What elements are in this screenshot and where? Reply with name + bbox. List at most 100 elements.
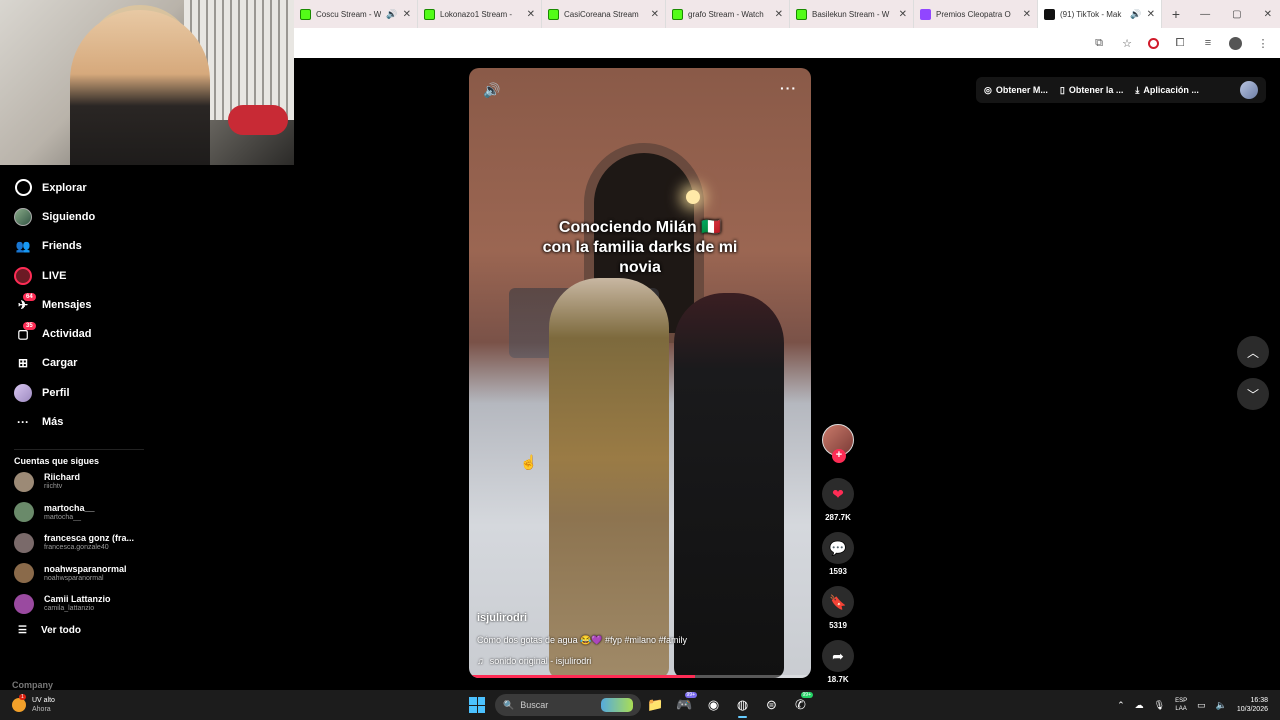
video-player[interactable]: Conociendo Milán 🇮🇹 con la familia darks … [469, 68, 811, 678]
browser-tab[interactable]: CasiCoreana Stream ✕ [542, 0, 666, 28]
media-icon[interactable]: ≡ [1201, 37, 1215, 49]
tab-close-icon[interactable]: ✕ [1023, 9, 1031, 20]
tab-close-icon[interactable]: ✕ [527, 9, 535, 20]
sidebar-item-label: Actividad [42, 328, 92, 341]
company-link[interactable]: Company [12, 680, 53, 690]
tab-title: CasiCoreana Stream [564, 9, 639, 19]
video-author[interactable]: isjulirodri [477, 612, 527, 624]
obs-icon[interactable]: ◉ [699, 690, 728, 720]
clock-time: 16:38 [1250, 697, 1268, 704]
sidebar-item-mas[interactable]: ··· Más [14, 407, 160, 436]
followed-account[interactable]: noahwsparanormal noahwsparanormal [14, 558, 160, 589]
folder-icon[interactable]: 📁 [641, 690, 670, 720]
top-right-bar: ◎ Obtener M... ▯ Obtener la ... ⤓ Aplicació… [976, 77, 1266, 103]
maximize-icon[interactable]: ▢ [1232, 9, 1241, 20]
action-column: + ❤ 287.7K 💬 1593 🔖 5319 ➦ 18.7K [818, 424, 858, 684]
tab-close-icon[interactable]: ✕ [899, 9, 907, 20]
extensions-icon[interactable]: ⧠ [1173, 37, 1187, 50]
comment-button[interactable]: 💬 [822, 532, 854, 564]
mic-icon[interactable]: 🎙 [1154, 700, 1165, 711]
tab-close-icon[interactable]: ✕ [403, 9, 411, 20]
browser-tab[interactable]: Premios Cleopatra O ✕ [914, 0, 1038, 28]
more-options-icon[interactable]: ··· [780, 80, 797, 96]
clock[interactable]: 16:38 10/3/2026 [1237, 696, 1268, 714]
tab-close-icon[interactable]: ✕ [651, 9, 659, 20]
get-app-button[interactable]: ▯ Obtener la ... [1060, 85, 1123, 96]
lang-bottom: LAA [1175, 706, 1187, 712]
search-placeholder: Buscar [520, 700, 549, 710]
close-window-icon[interactable]: ✕ [1264, 9, 1272, 20]
followed-account[interactable]: Riichard riichtv [14, 467, 160, 498]
browser-tab[interactable]: Basilekun Stream - W ✕ [790, 0, 914, 28]
account-avatar [14, 471, 34, 492]
creator-avatar[interactable]: + [822, 424, 854, 463]
kick-favicon-icon [796, 8, 807, 20]
install-icon[interactable]: ⧉ [1092, 37, 1106, 50]
sidebar-item-perfil[interactable]: Perfil [14, 378, 160, 407]
opera-icon[interactable] [1148, 37, 1159, 49]
chrome-icon[interactable]: ◍ [728, 690, 757, 720]
save-button[interactable]: 🔖 [822, 586, 854, 618]
sidebar-item-cargar[interactable]: ⊞ Cargar [14, 349, 160, 378]
menu-icon[interactable]: ⋮ [1256, 37, 1270, 50]
star-icon[interactable]: ☆ [1120, 37, 1134, 50]
chevron-up-icon: ︿ [1246, 345, 1259, 360]
profile-icon[interactable] [1229, 36, 1242, 50]
search-icon: 🔍 [503, 699, 515, 710]
sidebar-item-friends[interactable]: 👥 Friends [14, 232, 160, 261]
windows-start-icon[interactable] [469, 697, 485, 713]
tab-audio-icon[interactable]: 🔊 [1130, 9, 1141, 20]
discord-icon[interactable]: 🎮 99+ [670, 690, 699, 720]
browser-tab[interactable]: Coscu Stream - W 🔊 ✕ [294, 0, 418, 28]
new-tab-button[interactable]: + [1162, 6, 1190, 22]
save-count: 5319 [829, 621, 847, 630]
sidebar-item-siguiendo[interactable]: Siguiendo [14, 202, 160, 231]
messages-badge: 64 [23, 292, 36, 301]
cloud-icon[interactable]: ☁ [1135, 700, 1144, 711]
volume-icon[interactable]: 🔊 [483, 82, 500, 99]
following-list: Riichard riichtv martocha__ martocha__ franc… [14, 467, 160, 620]
followed-account[interactable]: Camii Lattanzio camila_lattanzio [14, 589, 160, 620]
whatsapp-icon[interactable]: ✆ 99+ [786, 690, 815, 720]
system-tray: ⌃ ☁ 🎙 ESP LAA ▭ 🔈 16:38 10/3/2026 [1117, 696, 1280, 714]
followed-account[interactable]: martocha__ martocha__ [14, 497, 160, 528]
sidebar: Explorar Siguiendo 👥 Friends LIVE ✈ 64 M… [0, 165, 160, 690]
tab-audio-icon[interactable]: 🔊 [386, 9, 397, 20]
next-video-button[interactable]: ﹀ [1237, 378, 1269, 410]
browser-tab[interactable]: grafo Stream - Watch ✕ [666, 0, 790, 28]
speaker-icon[interactable]: 🔈 [1216, 700, 1227, 711]
desktop-app-button[interactable]: ⤓ Aplicación ... [1135, 85, 1199, 96]
followed-account[interactable]: francesca gonz (fra... francesca.gonzale4… [14, 528, 160, 559]
like-button[interactable]: ❤ [822, 478, 854, 510]
user-avatar[interactable] [1240, 81, 1258, 99]
browser-tab[interactable]: (91) TikTok - Mak 🔊 ✕ [1038, 0, 1162, 28]
video-progress-bar[interactable] [469, 675, 811, 678]
get-coins-button[interactable]: ◎ Obtener M... [984, 85, 1048, 96]
weather-badge: 1 [19, 694, 26, 700]
weather-widget[interactable]: 1 UV alto Ahora [0, 694, 460, 714]
taskbar-search[interactable]: 🔍 Buscar [495, 694, 641, 716]
hand-cursor-icon: ☝ [520, 454, 538, 470]
see-all-button[interactable]: ☰ Ver todo [14, 619, 160, 641]
tab-close-icon[interactable]: ✕ [775, 9, 783, 20]
comment-count: 1593 [829, 567, 847, 576]
previous-video-button[interactable]: ︿ [1237, 336, 1269, 368]
sidebar-item-live[interactable]: LIVE [14, 261, 160, 290]
follow-plus-icon[interactable]: + [832, 449, 846, 463]
app-icon[interactable]: ⊜ [757, 690, 786, 720]
tab-close-icon[interactable]: ✕ [1147, 9, 1155, 20]
video-sound[interactable]: ♫ sonido original - isjulirodri [477, 656, 591, 666]
chevron-up-icon[interactable]: ⌃ [1117, 700, 1125, 711]
lang-top: ESP [1175, 698, 1188, 704]
sidebar-item-mensajes[interactable]: ✈ 64 Mensajes [14, 290, 160, 319]
sidebar-item-explorar[interactable]: Explorar [14, 173, 160, 202]
browser-tab[interactable]: Lokonazo1 Stream - ✕ [418, 0, 542, 28]
comment-icon: 💬 [829, 539, 847, 556]
webcam-overlay [0, 0, 294, 165]
display-icon[interactable]: ▭ [1197, 700, 1206, 711]
language-indicator[interactable]: ESP LAA [1175, 697, 1187, 713]
share-button[interactable]: ➦ [822, 640, 854, 672]
sidebar-item-actividad[interactable]: ▢ 35 Actividad [14, 319, 160, 348]
minimize-icon[interactable]: — [1200, 9, 1210, 20]
sidebar-item-label: Siguiendo [42, 210, 96, 223]
